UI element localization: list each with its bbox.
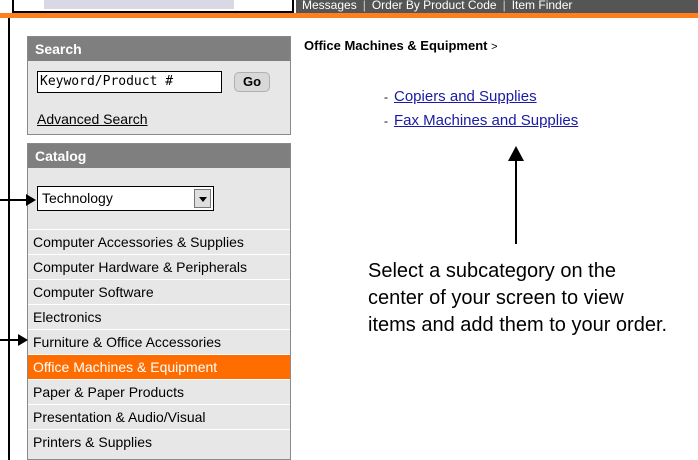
arrow-right-icon [26,194,36,206]
annotation-arrow-line [0,199,26,201]
category-item[interactable]: Paper & Paper Products [28,379,290,404]
tab-messages[interactable]: Messages [296,0,363,12]
subcategory-link-fax[interactable]: Fax Machines and Supplies [394,112,578,129]
category-item[interactable]: Presentation & Audio/Visual [28,404,290,429]
annotation-arrow-line [0,339,18,341]
breadcrumb-label: Office Machines & Equipment [304,38,488,53]
category-item[interactable]: Computer Hardware & Peripherals [28,254,290,279]
list-dash: - [384,90,388,104]
catalog-select[interactable]: Technology [37,186,214,211]
logo-area [12,0,294,13]
breadcrumb-separator: > [491,41,498,53]
annotation-arrow-line [515,160,517,244]
catalog-panel: Catalog Technology Computer Accessories … [27,143,291,460]
arrow-right-icon [18,334,28,346]
category-item[interactable]: Printers & Supplies [28,429,290,454]
search-input[interactable]: Keyword/Product # [37,71,222,93]
subcategory-row: - Fax Machines and Supplies [384,112,578,129]
search-panel: Search Keyword/Product # Go Advanced Sea… [27,36,291,135]
tab-item-finder[interactable]: Item Finder [506,0,579,12]
arrow-up-icon [508,146,524,161]
annotation-vertical-line [8,18,10,460]
tab-order-by-product-code[interactable]: Order By Product Code [366,0,503,12]
advanced-search-link[interactable]: Advanced Search [37,111,148,127]
category-item[interactable]: Electronics [28,304,290,329]
subcategory-row: - Copiers and Supplies [384,88,537,105]
catalog-select-value: Technology [42,190,113,206]
breadcrumb: Office Machines & Equipment > [304,38,498,53]
top-nav-tabs: Messages | Order By Product Code | Item Find… [296,0,698,13]
instruction-text: Select a subcategory on the center of yo… [368,260,668,336]
category-item-active[interactable]: Office Machines & Equipment [28,354,290,379]
chevron-down-icon[interactable] [194,189,211,208]
list-dash: - [384,114,388,128]
catalog-header: Catalog [28,144,290,168]
category-list: Computer Accessories & Supplies Computer… [28,229,290,454]
category-item[interactable]: Furniture & Office Accessories [28,329,290,354]
subcategory-link-copiers[interactable]: Copiers and Supplies [394,88,537,105]
category-item[interactable]: Computer Software [28,279,290,304]
category-item[interactable]: Computer Accessories & Supplies [28,229,290,254]
go-button[interactable]: Go [234,72,270,92]
search-header: Search [28,37,290,61]
orange-divider [0,13,698,18]
